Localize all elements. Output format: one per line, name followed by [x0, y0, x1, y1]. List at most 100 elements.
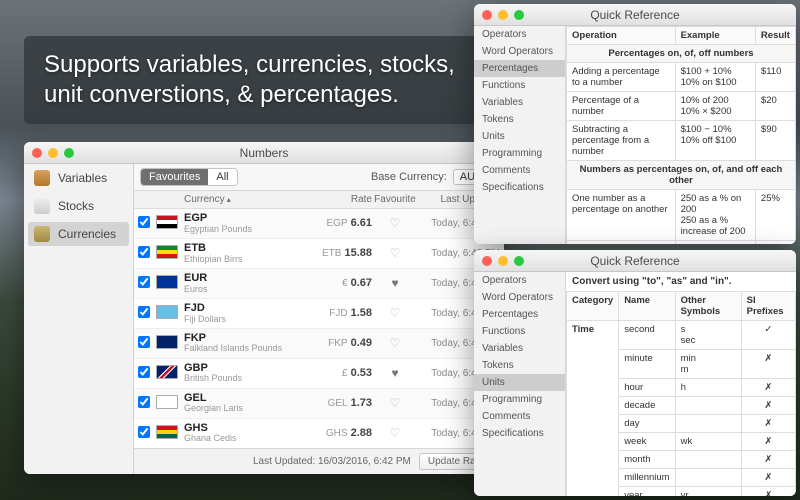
- currency-name: Egyptian Pounds: [184, 225, 310, 234]
- favourite-icon[interactable]: ♥: [372, 366, 418, 380]
- col-rate[interactable]: Rate: [310, 194, 372, 205]
- sidebar-item-variables[interactable]: Variables: [24, 164, 133, 192]
- window-title: Quick Reference: [474, 254, 796, 268]
- col-header: Example: [675, 27, 755, 45]
- row-checkbox[interactable]: [138, 396, 150, 408]
- qr-side-item[interactable]: Specifications: [474, 425, 565, 442]
- sidebar-item-stocks[interactable]: Stocks: [24, 192, 133, 220]
- flag-icon: [156, 425, 178, 439]
- table-row: One number as a percentage of another30 …: [567, 241, 796, 245]
- qr-side-item[interactable]: Specifications: [474, 179, 565, 196]
- overlay-caption: Supports variables, currencies, stocks, …: [24, 36, 494, 124]
- last-updated-label: Last Updated: 16/03/2016, 6:42 PM: [253, 456, 411, 467]
- flag-icon: [156, 335, 178, 349]
- qr-side-item[interactable]: Word Operators: [474, 289, 565, 306]
- row-checkbox[interactable]: [138, 366, 150, 378]
- col-currency[interactable]: Currency: [184, 194, 310, 205]
- quick-reference-percentages: Quick Reference OperatorsWord OperatorsP…: [474, 4, 796, 244]
- qr-side-item[interactable]: Variables: [474, 340, 565, 357]
- row-checkbox[interactable]: [138, 276, 150, 288]
- row-checkbox[interactable]: [138, 426, 150, 438]
- numbers-window: Numbers Variables Stocks Currencies Favour…: [24, 142, 504, 474]
- sidebar-item-label: Stocks: [58, 199, 94, 213]
- flag-icon: [156, 305, 178, 319]
- row-checkbox[interactable]: [138, 306, 150, 318]
- favourite-icon[interactable]: ♡: [372, 396, 418, 410]
- qr-side-item[interactable]: Tokens: [474, 111, 565, 128]
- table-row[interactable]: EGPEgyptian PoundsEGP6.61♡Today, 6:42 PM: [134, 209, 504, 239]
- qr-side-item[interactable]: Tokens: [474, 357, 565, 374]
- rate-value: 6.61: [351, 217, 372, 229]
- row-checkbox[interactable]: [138, 246, 150, 258]
- base-currency-label: Base Currency:: [371, 171, 447, 183]
- rate-value: 0.53: [351, 367, 372, 379]
- qr-side-item[interactable]: Comments: [474, 162, 565, 179]
- qr-side-item[interactable]: Functions: [474, 77, 565, 94]
- stk-icon: [34, 198, 50, 214]
- qr-side-item[interactable]: Word Operators: [474, 43, 565, 60]
- currency-code: EUR: [184, 273, 310, 285]
- col-header: Category: [567, 292, 619, 321]
- row-checkbox[interactable]: [138, 216, 150, 228]
- var-icon: [34, 170, 50, 186]
- qr-side-item[interactable]: Comments: [474, 408, 565, 425]
- table-row[interactable]: GBPBritish Pounds£0.53♥Today, 6:42 PM: [134, 359, 504, 389]
- qr-side-item[interactable]: Functions: [474, 323, 565, 340]
- currency-name: Georgian Laris: [184, 404, 310, 413]
- col-header: Result: [755, 27, 795, 45]
- qr-side-item[interactable]: Programming: [474, 391, 565, 408]
- favourite-icon[interactable]: ♥: [372, 276, 418, 290]
- rate-value: 1.58: [351, 307, 372, 319]
- currency-code: EGP: [184, 213, 310, 225]
- table-row[interactable]: FJDFiji DollarsFJD1.58♡Today, 6:42 PM: [134, 299, 504, 329]
- sidebar-item-currencies[interactable]: Currencies: [28, 222, 129, 246]
- rate-value: 1.73: [351, 397, 372, 409]
- sidebar: Variables Stocks Currencies: [24, 164, 134, 474]
- favourite-icon[interactable]: ♡: [372, 246, 418, 260]
- units-table: CategoryNameOther SymbolsSI PrefixesTime…: [566, 291, 796, 496]
- table-row: One number as a percentage on another250…: [567, 190, 796, 241]
- seg-all[interactable]: All: [208, 169, 236, 185]
- table-row: Percentage of a number10% of 200 10% × $…: [567, 92, 796, 121]
- table-row[interactable]: FKPFalkland Islands PoundsFKP0.49♡Today,…: [134, 329, 504, 359]
- qr-side-item[interactable]: Units: [474, 374, 565, 391]
- table-row[interactable]: EUREuros€0.67♥Today, 6:42 PM: [134, 269, 504, 299]
- favourite-icon[interactable]: ♡: [372, 336, 418, 350]
- qr-side-item[interactable]: Units: [474, 128, 565, 145]
- col-header: SI Prefixes: [741, 292, 795, 321]
- col-favourite[interactable]: Favourite: [372, 194, 418, 205]
- rate-value: 15.88: [344, 247, 372, 259]
- section-header: Percentages on, of, off numbers: [567, 45, 796, 63]
- rate-value: 2.88: [351, 427, 372, 439]
- favourite-icon[interactable]: ♡: [372, 426, 418, 440]
- percentages-table: OperationExampleResultPercentages on, of…: [566, 26, 796, 244]
- row-checkbox[interactable]: [138, 336, 150, 348]
- quick-reference-units: Quick Reference OperatorsWord OperatorsP…: [474, 250, 796, 496]
- flag-icon: [156, 365, 178, 379]
- table-row[interactable]: GELGeorgian LarisGEL1.73♡Today, 6:42 PM: [134, 389, 504, 419]
- table-row[interactable]: ETBEthiopian BirrsETB15.88♡Today, 6:42 P…: [134, 239, 504, 269]
- titlebar: Numbers: [24, 142, 504, 164]
- favourite-icon[interactable]: ♡: [372, 216, 418, 230]
- col-header: Name: [619, 292, 675, 321]
- flag-icon: [156, 275, 178, 289]
- qr-side-item[interactable]: Operators: [474, 26, 565, 43]
- qr-side-item[interactable]: Variables: [474, 94, 565, 111]
- currency-name: Ethiopian Birrs: [184, 255, 310, 264]
- convert-note: Convert using "to", "as" and "in".: [566, 272, 796, 291]
- currency-name: Euros: [184, 285, 310, 294]
- qr-sidebar: OperatorsWord OperatorsPercentagesFuncti…: [474, 272, 566, 496]
- sidebar-item-label: Variables: [58, 171, 107, 185]
- filter-segmented[interactable]: Favourites All: [140, 168, 238, 186]
- currency-name: Ghana Cedis: [184, 434, 310, 443]
- col-header: Operation: [567, 27, 676, 45]
- flag-icon: [156, 245, 178, 259]
- qr-side-item[interactable]: Programming: [474, 145, 565, 162]
- qr-side-item[interactable]: Operators: [474, 272, 565, 289]
- rate-value: 0.67: [351, 277, 372, 289]
- seg-favourites[interactable]: Favourites: [141, 169, 208, 185]
- qr-side-item[interactable]: Percentages: [474, 60, 565, 77]
- favourite-icon[interactable]: ♡: [372, 306, 418, 320]
- qr-side-item[interactable]: Percentages: [474, 306, 565, 323]
- table-row[interactable]: GHSGhana CedisGHS2.88♡Today, 6:42 PM: [134, 419, 504, 448]
